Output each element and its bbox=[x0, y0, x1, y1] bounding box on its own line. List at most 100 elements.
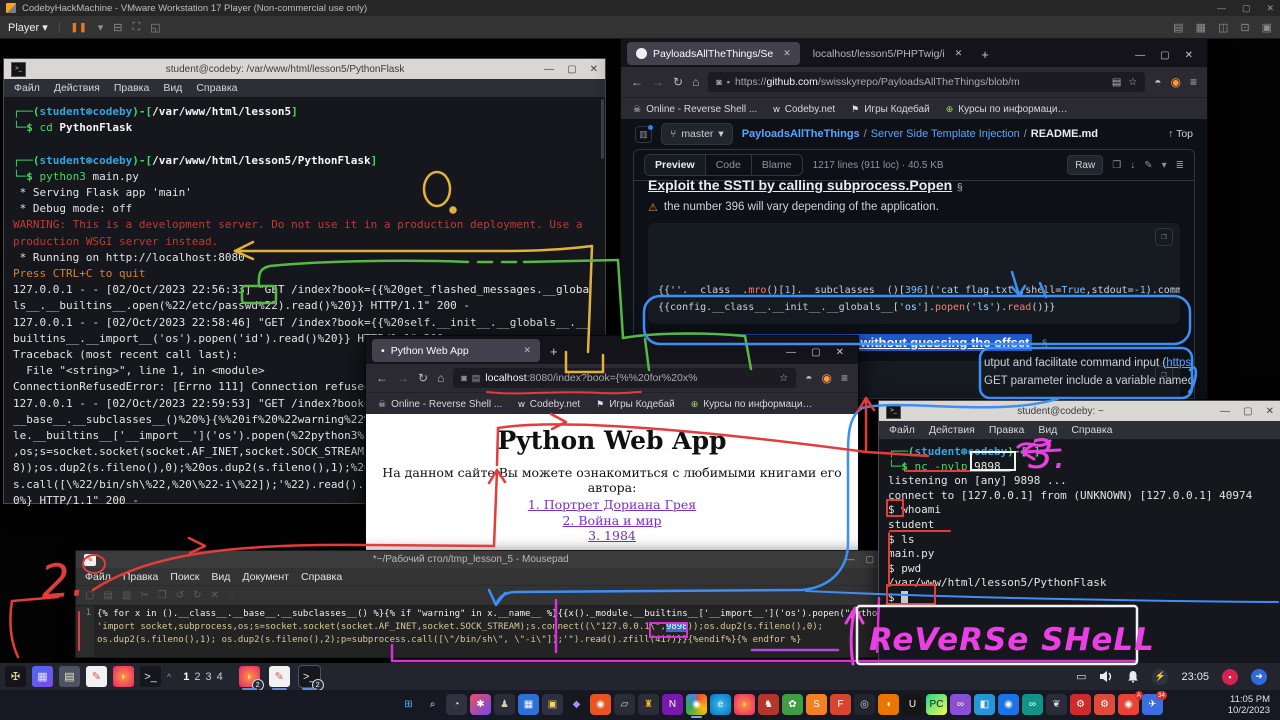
tab-payloadsallthethings[interactable]: PayloadsAllTheThings/Se ✕ bbox=[627, 42, 800, 65]
menu-item[interactable]: Вид bbox=[1038, 424, 1057, 436]
menu-item[interactable]: Файл bbox=[889, 424, 915, 436]
minimize-button[interactable]: — bbox=[544, 64, 554, 75]
onenote-icon[interactable]: N bbox=[662, 694, 683, 715]
maximize-button[interactable]: ▢ bbox=[567, 64, 576, 75]
unreal-engine-icon[interactable]: U bbox=[902, 694, 923, 715]
ubuntu-app-icon[interactable]: ◉ bbox=[590, 694, 611, 715]
diagram-app-icon[interactable]: ✱ bbox=[470, 694, 491, 715]
vm-toolbar-icon[interactable]: ◱ bbox=[150, 21, 160, 34]
vm-device-icon[interactable]: ◫ bbox=[1218, 21, 1228, 34]
bookmark-item[interactable]: ☠Online - Reverse Shell ... bbox=[378, 399, 502, 410]
minimize-button[interactable]: — bbox=[1220, 406, 1230, 417]
vm-pause-button[interactable]: ❚❚ bbox=[71, 22, 88, 33]
screen-lock-icon[interactable]: ▪ bbox=[1222, 669, 1238, 685]
close-button[interactable]: ✕ bbox=[1185, 50, 1193, 61]
menu-item[interactable]: Справка bbox=[196, 82, 237, 94]
tab-close-icon[interactable]: ✕ bbox=[955, 48, 963, 59]
launcher-expand-icon[interactable]: ^ bbox=[167, 672, 171, 682]
file-explorer-icon[interactable]: ▣ bbox=[542, 694, 563, 715]
menu-item[interactable]: Действия bbox=[929, 424, 975, 436]
windows-clock[interactable]: 11:05 PM 10/2/2023 bbox=[1228, 694, 1270, 716]
toolbar-icon[interactable]: ▥ bbox=[122, 590, 131, 601]
vm-clock[interactable]: 23:05 bbox=[1181, 671, 1209, 683]
obsidian-icon[interactable]: ◆ bbox=[566, 694, 587, 715]
back-to-top-link[interactable]: ↑ Top bbox=[1168, 128, 1193, 140]
maximize-button[interactable]: ▢ bbox=[1160, 50, 1169, 61]
speedtest-app-icon[interactable]: ◔ bbox=[446, 694, 467, 715]
minimize-button[interactable]: — bbox=[1135, 50, 1145, 61]
toolbar-icon[interactable]: ↻ bbox=[193, 590, 201, 601]
app-grid-icon[interactable]: ▦ bbox=[32, 666, 53, 687]
workspace-number[interactable]: 2 bbox=[194, 671, 200, 683]
toolbar-icon[interactable]: ▢ bbox=[85, 590, 94, 601]
mousepad-editor[interactable]: 1 {% for x in ().__class__.__base__.__su… bbox=[76, 606, 882, 657]
toolbar-icon[interactable]: ◌ bbox=[228, 590, 234, 601]
menu-item[interactable]: Правка bbox=[989, 424, 1024, 436]
firefox-account-icon[interactable]: ◉ bbox=[1171, 75, 1181, 89]
vmware-close-button[interactable]: ✕ bbox=[1266, 3, 1274, 14]
workspace-number[interactable]: 1 bbox=[183, 671, 189, 683]
minimize-button[interactable]: — bbox=[786, 347, 796, 358]
red-gear-app2-icon[interactable]: ⚙ bbox=[1094, 694, 1115, 715]
menu-item[interactable]: Файл bbox=[85, 571, 111, 583]
red-tool-icon[interactable]: ♞ bbox=[758, 694, 779, 715]
anchor-link-icon[interactable]: § bbox=[957, 182, 963, 193]
visual-studio-icon[interactable]: ∞ bbox=[950, 694, 971, 715]
edge-icon[interactable]: e bbox=[710, 694, 731, 715]
section-heading-subprocess-popen[interactable]: Exploit the SSTI by calling subprocess.P… bbox=[648, 180, 1180, 193]
bookmark-item[interactable]: wCodeby.net bbox=[518, 399, 580, 410]
toolbar-icon[interactable]: ❐ bbox=[158, 590, 167, 601]
menu-item[interactable]: Действия bbox=[54, 82, 100, 94]
vm-toolbar-icon[interactable]: ⛶ bbox=[132, 21, 140, 34]
tab-close-icon[interactable]: ✕ bbox=[523, 345, 531, 356]
maximize-button[interactable]: ▢ bbox=[1243, 406, 1252, 417]
tab-python-web-app[interactable]: • Python Web App ✕ bbox=[372, 339, 540, 362]
notification-bell-icon[interactable] bbox=[1127, 670, 1139, 683]
chrome-icon[interactable]: ◉ bbox=[686, 694, 707, 715]
vm-device-icon[interactable]: ⊡ bbox=[1240, 21, 1249, 34]
terminal-task[interactable]: >_2 bbox=[299, 666, 320, 687]
toolbar-icon[interactable]: ✂ bbox=[140, 590, 148, 601]
edit-caret-icon[interactable]: ▾ bbox=[1162, 160, 1167, 171]
outline-icon[interactable]: ≣ bbox=[1176, 160, 1184, 171]
firefox-task[interactable]: ◗2 bbox=[239, 666, 260, 687]
menu-item[interactable]: Справка bbox=[301, 571, 342, 583]
pocket-icon[interactable]: ◓ bbox=[805, 371, 812, 385]
vmware-maximize-button[interactable]: ▢ bbox=[1242, 3, 1251, 14]
plant-app-icon[interactable]: ❦ bbox=[1046, 694, 1067, 715]
close-button[interactable]: ✕ bbox=[1266, 406, 1274, 417]
chrome-profile-icon[interactable]: ◉A bbox=[1118, 694, 1139, 715]
file-manager-icon[interactable]: ▤ bbox=[59, 666, 80, 687]
bookmark-item[interactable]: ☠Online - Reverse Shell ... bbox=[633, 104, 757, 115]
mousepad-task[interactable]: ✎ bbox=[269, 666, 290, 687]
mousepad-titlebar[interactable]: ✎ *~/Рабочий стол/tmp_lesson_5 - Mousepa… bbox=[76, 551, 882, 568]
back-button[interactable]: ← bbox=[376, 371, 388, 385]
copy-code-icon[interactable]: ❐ bbox=[1155, 228, 1173, 246]
orange-tool-icon[interactable]: ♜ bbox=[638, 694, 659, 715]
firefox-launcher-icon[interactable]: ◗ bbox=[113, 666, 134, 687]
reader-mode-icon[interactable]: ▤ bbox=[1112, 77, 1121, 88]
menu-item[interactable]: Вид bbox=[163, 82, 182, 94]
red-gear-app-icon[interactable]: ⚙ bbox=[1070, 694, 1091, 715]
vm-device-icon[interactable]: ▣ bbox=[1262, 21, 1272, 34]
vm-device-icon[interactable]: ▤ bbox=[1173, 21, 1183, 34]
toolbar-icon[interactable]: ↺ bbox=[176, 590, 184, 601]
updates-icon[interactable]: ➜ bbox=[1251, 669, 1267, 685]
firefox-browser-icon[interactable]: ◗ bbox=[734, 694, 755, 715]
home-button[interactable]: ⌂ bbox=[437, 371, 444, 385]
terminal-launcher-icon[interactable]: >_ bbox=[140, 666, 161, 687]
download-icon[interactable]: ↓ bbox=[1130, 160, 1135, 171]
close-button[interactable]: ✕ bbox=[836, 347, 844, 358]
menu-item[interactable]: Документ bbox=[242, 571, 289, 583]
map-pin-app-icon[interactable]: ◉ bbox=[998, 694, 1019, 715]
left-terminal-titlebar[interactable]: >_ student@codeby: /var/www/html/lesson5… bbox=[4, 59, 605, 79]
firefox-account-icon[interactable]: ◉ bbox=[822, 371, 832, 385]
right-terminal-output[interactable]: ┌──(student⊛codeby)-[~]└─$ nc -nvlp 9898… bbox=[879, 439, 1280, 670]
vm-toolbar-icon[interactable]: ⊟ bbox=[113, 21, 122, 34]
tab-code[interactable]: Code bbox=[706, 155, 752, 175]
bookmark-item[interactable]: ⚑Игры Кодебай bbox=[851, 104, 930, 115]
url-bar[interactable]: ◙ ▪ https://github.com/swisskyrepo/Paylo… bbox=[708, 72, 1145, 92]
vscode-icon[interactable]: ◧ bbox=[974, 694, 995, 715]
vmware-minimize-button[interactable]: — bbox=[1217, 3, 1226, 14]
code-block-subprocess[interactable]: ❐ {{''.__class__.mro()[1].__subclasses__… bbox=[648, 223, 1180, 324]
